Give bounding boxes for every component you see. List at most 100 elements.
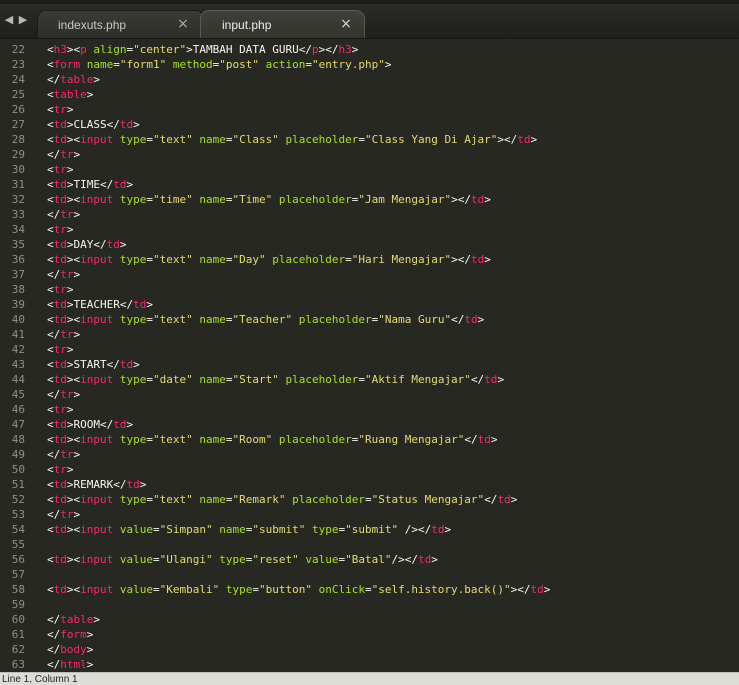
tag-token: tr	[60, 448, 74, 461]
code-line[interactable]: <td>CLASS</td>	[47, 117, 140, 132]
code-editor[interactable]: 22 23 24 25 26 27 28 29 30 31 32 33 34 35 36 37 38 39 40 41…	[0, 40, 739, 672]
attribute-token: align	[93, 43, 127, 56]
code-line[interactable]: <tr>	[47, 462, 74, 477]
string-token: "post"	[219, 58, 259, 71]
tag-token: table	[60, 613, 94, 626]
code-line[interactable]: <td><input type="text" name="Room" place…	[47, 432, 497, 447]
punctuation-token: <	[47, 88, 54, 101]
punctuation-token: >	[73, 268, 81, 281]
tag-token: input	[80, 493, 114, 506]
code-line[interactable]: <h3><p align="center">TAMBAH DATA GURU</…	[47, 42, 358, 57]
code-line[interactable]: <td>TEACHER</td>	[47, 297, 153, 312]
code-line[interactable]: </tr>	[47, 447, 80, 462]
arrow-right-icon[interactable]: ▶	[17, 13, 29, 27]
attribute-token: type	[119, 493, 147, 506]
string-token: "self.history.back()"	[371, 583, 511, 596]
arrow-left-icon[interactable]: ◀	[3, 13, 15, 27]
code-line[interactable]: <td><input value="Simpan" name="submit" …	[47, 522, 451, 537]
code-line[interactable]: </form>	[47, 627, 93, 642]
code-line[interactable]: </table>	[47, 72, 100, 87]
punctuation-token: <	[47, 133, 54, 146]
code-line[interactable]: <td><input type="text" name="Class" plac…	[47, 132, 537, 147]
attribute-token: placeholder	[278, 193, 352, 206]
code-line[interactable]: <tr>	[47, 222, 74, 237]
close-icon[interactable]: ×	[177, 17, 189, 31]
code-line[interactable]: <tr>	[47, 282, 74, 297]
punctuation-token: =	[358, 373, 365, 386]
tag-token: table	[60, 73, 94, 86]
code-line[interactable]: </tr>	[47, 207, 80, 222]
punctuation-token: >	[133, 118, 140, 131]
punctuation-token: </	[106, 358, 120, 371]
punctuation-token: >	[484, 193, 491, 206]
code-line[interactable]: <td>START</td>	[47, 357, 140, 372]
code-line[interactable]: <tr>	[47, 162, 74, 177]
code-line[interactable]: <form name="form1" method="post" action=…	[47, 57, 391, 72]
string-token: "Ruang Mengajar"	[358, 433, 465, 446]
tag-token: td	[530, 583, 544, 596]
code-line[interactable]: <td>TIME</td>	[47, 177, 133, 192]
punctuation-token: >	[139, 478, 147, 491]
line-number: 36	[11, 253, 25, 266]
code-line[interactable]: </table>	[47, 612, 100, 627]
punctuation-token: <	[47, 553, 54, 566]
punctuation-token: >	[73, 508, 81, 521]
code-line[interactable]: <td>DAY</td>	[47, 237, 127, 252]
code-line[interactable]: <td><input type="text" name="Remark" pla…	[47, 492, 517, 507]
attribute-token: type	[219, 553, 246, 566]
code-line[interactable]: </tr>	[47, 267, 80, 282]
line-number: 24	[11, 73, 25, 86]
punctuation-token: <	[47, 313, 54, 326]
code-line[interactable]: </body>	[47, 642, 93, 657]
code-line[interactable]: <td><input value="Ulangi" type="reset" v…	[47, 552, 438, 567]
punctuation-token: =	[225, 193, 233, 206]
line-number: 47	[11, 418, 25, 431]
tag-token: td	[53, 253, 67, 266]
punctuation-token: </	[47, 658, 61, 671]
code-line[interactable]: </tr>	[47, 387, 80, 402]
code-line[interactable]: <td>REMARK</td>	[47, 477, 146, 492]
punctuation-token: =	[153, 553, 160, 566]
code-line[interactable]: <tr>	[47, 342, 74, 357]
punctuation-token: </	[464, 433, 478, 446]
punctuation-token: </	[484, 493, 498, 506]
line-number: 56	[11, 553, 25, 566]
line-number: 59	[11, 598, 25, 611]
string-token: "entry.php"	[311, 58, 385, 71]
code-line[interactable]: <tr>	[47, 102, 74, 117]
code-line[interactable]: <td><input type="time" name="Time" place…	[47, 192, 491, 207]
punctuation-token: </	[100, 418, 114, 431]
code-line[interactable]: </tr>	[47, 507, 80, 522]
punctuation-token: >	[497, 373, 505, 386]
code-line[interactable]: <td><input type="date" name="Start" plac…	[47, 372, 504, 387]
close-icon[interactable]: ×	[340, 17, 352, 31]
tag-token: input	[80, 313, 114, 326]
line-number: 60	[11, 613, 25, 626]
punctuation-token: <	[47, 583, 54, 596]
code-line[interactable]: <td><input type="text" name="Teacher" pl…	[47, 312, 484, 327]
punctuation-token: >	[66, 478, 74, 491]
code-line[interactable]: </tr>	[47, 327, 80, 342]
code-line[interactable]: <td>ROOM</td>	[47, 417, 133, 432]
tab-indexuts-php[interactable]: indexuts.php ×	[37, 10, 205, 38]
tab-input-php[interactable]: input.php ×	[200, 10, 365, 38]
string-token: "submit"	[252, 523, 306, 536]
punctuation-token: >	[133, 358, 140, 371]
tag-token: td	[53, 433, 67, 446]
line-number: 35	[11, 238, 25, 251]
string-token: "Aktif Mengajar"	[364, 373, 471, 386]
code-line[interactable]: <tr>	[47, 402, 74, 417]
punctuation-token: =	[153, 523, 160, 536]
punctuation-token: =	[146, 433, 153, 446]
code-line[interactable]: <td><input type="text" name="Day" placeh…	[47, 252, 491, 267]
code-line[interactable]: </tr>	[47, 147, 80, 162]
code-line[interactable]: <td><input value="Kembali" type="button"…	[47, 582, 550, 597]
code-line[interactable]: <table>	[47, 87, 93, 102]
tag-token: tr	[53, 343, 67, 356]
attribute-token: placeholder	[272, 253, 346, 266]
string-token: "center"	[133, 43, 187, 56]
code-line[interactable]: </html>	[47, 657, 93, 672]
